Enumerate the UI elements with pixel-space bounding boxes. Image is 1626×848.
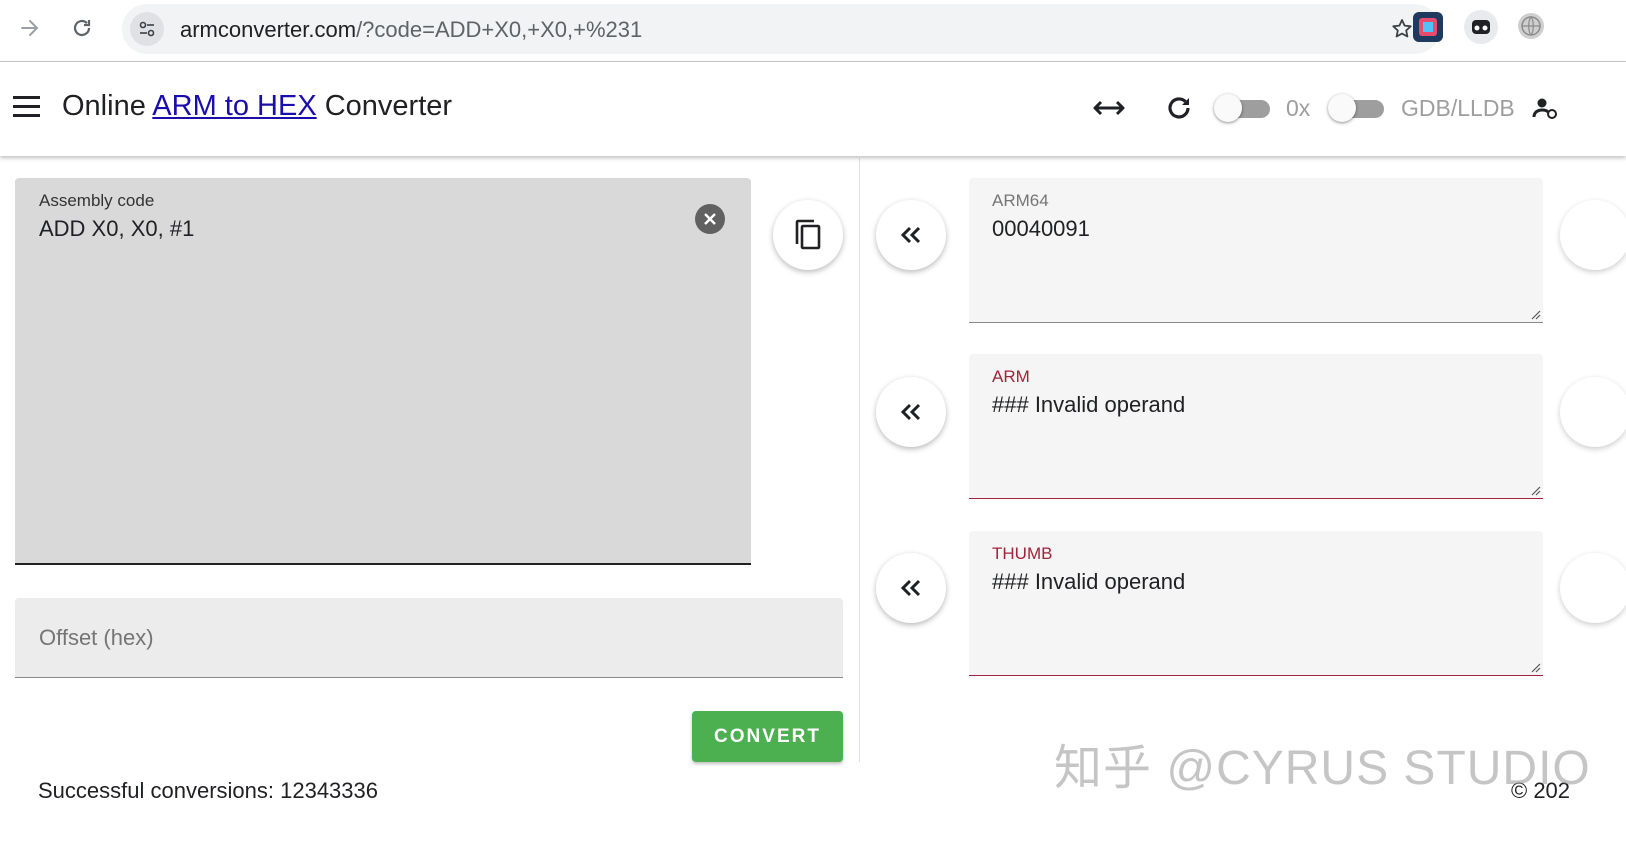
toggle-thumb [1214,94,1242,122]
convert-button[interactable]: CONVERT [692,711,843,762]
thumb-label: THUMB [992,544,1053,563]
successful-conversions-count: Successful conversions: 12343336 [38,778,378,803]
assembly-code-input[interactable]: ADD X0, X0, #1 [39,216,194,242]
watermark: 知乎 @CYRUS STUDIO [1054,742,1591,795]
refresh-icon[interactable] [1161,90,1197,126]
assembly-code-field[interactable]: Assembly code ADD X0, X0, #1 [15,178,751,565]
forward-icon[interactable] [12,10,48,46]
arm64-output[interactable]: 00040091 [992,216,1090,242]
extension-icon-1[interactable] [1413,12,1443,42]
debugger-toggle[interactable] [1328,94,1384,122]
edge-copy-button[interactable] [1560,200,1626,270]
double-chevron-left-icon [900,403,921,421]
thumb-output[interactable]: ### Invalid operand [992,569,1185,595]
profile-globe-icon[interactable] [1518,13,1544,39]
copy-button[interactable] [773,200,843,270]
thumb-output-field[interactable]: THUMB ### Invalid operand [969,531,1543,676]
arm-label: ARM [992,367,1030,386]
assembly-code-label: Assembly code [39,191,155,210]
url-host: armconverter.com [180,17,357,42]
browser-toolbar: armconverter.com/?code=ADD+X0,+X0,+%231 [0,0,1626,62]
copy-icon [795,219,821,250]
arm64-label: ARM64 [992,191,1049,210]
reverse-convert-thumb-button[interactable] [876,553,946,623]
double-chevron-left-icon [900,579,921,597]
url-path: /?code=ADD+X0,+X0,+%231 [356,17,643,42]
swap-horizontal-icon[interactable] [1091,90,1127,126]
reload-icon[interactable] [64,10,100,46]
panel-divider [859,158,860,762]
title-suffix: Converter [316,90,453,122]
extension-icon-2[interactable] [1464,10,1498,44]
toggle-thumb [1328,94,1356,122]
clear-icon[interactable] [695,204,725,234]
edge-copy-button[interactable] [1560,377,1626,447]
account-settings-icon[interactable] [1530,90,1562,126]
hex-prefix-label: 0x [1286,95,1311,121]
arm64-output-field[interactable]: ARM64 00040091 [969,178,1543,323]
resize-grip-icon[interactable] [1529,484,1541,496]
arm-output-field[interactable]: ARM ### Invalid operand [969,354,1543,499]
title-link[interactable]: ARM to HEX [152,90,316,122]
offset-hex-field[interactable] [15,598,843,678]
reverse-convert-arm64-button[interactable] [876,200,946,270]
debugger-label: GDB/LLDB [1401,95,1515,121]
url-text[interactable]: armconverter.com/?code=ADD+X0,+X0,+%231 [180,17,642,43]
arm-output[interactable]: ### Invalid operand [992,392,1185,418]
address-bar[interactable]: armconverter.com/?code=ADD+X0,+X0,+%231 [122,4,1440,54]
resize-grip-icon[interactable] [1529,661,1541,673]
edge-copy-button[interactable] [1560,553,1626,623]
double-chevron-left-icon [900,226,921,244]
app-header: Online ARM to HEX Converter 0x GDB/LLDB [0,62,1626,156]
reverse-convert-arm-button[interactable] [876,377,946,447]
title-prefix: Online [62,90,153,122]
hamburger-menu-icon[interactable] [12,94,42,120]
site-info-icon[interactable] [130,12,164,46]
hex-prefix-toggle[interactable] [1214,94,1270,122]
resize-grip-icon[interactable] [1529,308,1541,320]
offset-hex-input[interactable] [15,598,843,677]
page-title: Online ARM to HEX Converter [62,90,452,123]
